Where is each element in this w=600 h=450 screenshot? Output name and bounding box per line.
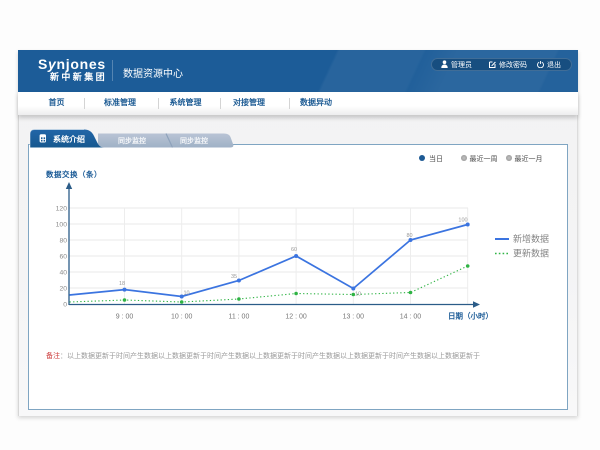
svg-text:更新数据: 更新数据 [513, 248, 549, 259]
svg-text:10: 10 [355, 292, 361, 298]
svg-text:10 : 00: 10 : 00 [171, 314, 193, 321]
svg-text:80: 80 [406, 233, 412, 239]
svg-text:120: 120 [56, 206, 68, 213]
svg-text:11 : 00: 11 : 00 [228, 314, 249, 321]
svg-text:40: 40 [59, 270, 67, 277]
svg-text:日期（小时）: 日期（小时） [448, 311, 493, 321]
svg-text:新增数据: 新增数据 [513, 233, 549, 244]
svg-text:14 : 00: 14 : 00 [400, 314, 422, 321]
svg-text:18: 18 [119, 281, 125, 287]
svg-text:100: 100 [458, 218, 467, 224]
svg-text:35: 35 [231, 274, 237, 280]
svg-text:13 : 00: 13 : 00 [343, 314, 365, 321]
svg-text:12 : 00: 12 : 00 [285, 314, 307, 321]
svg-text:20: 20 [59, 286, 67, 293]
svg-text:100: 100 [56, 222, 68, 229]
svg-text:0: 0 [63, 302, 67, 309]
svg-text:60: 60 [291, 247, 297, 253]
svg-text:9 : 00: 9 : 00 [116, 314, 134, 321]
svg-text:10: 10 [183, 291, 189, 297]
svg-text:60: 60 [59, 254, 67, 261]
svg-text:80: 80 [59, 238, 67, 245]
